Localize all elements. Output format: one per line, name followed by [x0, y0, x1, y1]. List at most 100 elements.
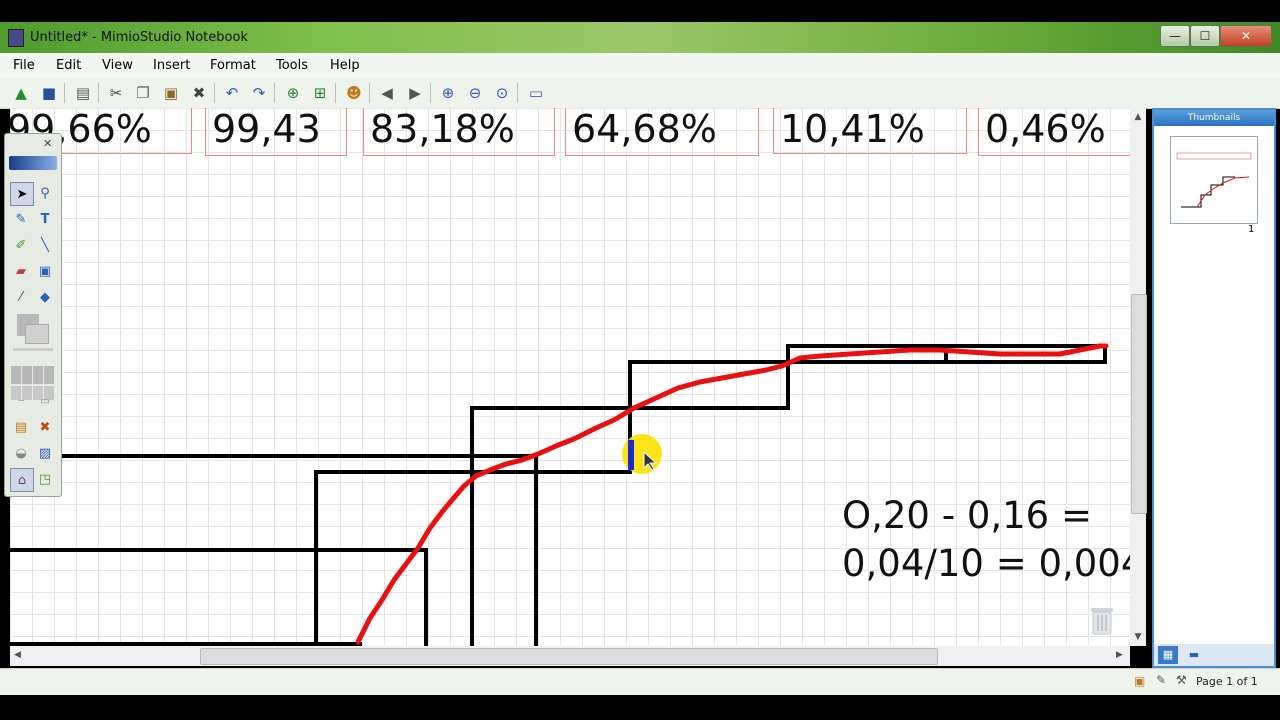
menu-view[interactable]: View — [102, 58, 133, 73]
percentage-cell[interactable]: 10,41% — [773, 108, 967, 154]
close-button[interactable]: ✕ — [1220, 25, 1272, 47]
transparency-slider[interactable] — [13, 348, 53, 351]
thumbnails-grid-icon[interactable]: ▦ — [1158, 646, 1178, 664]
duplicate-page-icon[interactable]: ⊞ — [309, 82, 331, 104]
horizontal-scroll-thumb[interactable] — [200, 648, 938, 665]
text-tool-icon[interactable]: T — [34, 208, 56, 230]
gallery-status-icon[interactable]: ▣ — [1134, 674, 1145, 688]
toolbar-separator — [274, 83, 275, 103]
menu-insert[interactable]: Insert — [153, 58, 190, 73]
toolbar-separator — [335, 83, 336, 103]
shape-recognition-icon[interactable]: ◳ — [34, 468, 56, 490]
gallery-folder-icon[interactable]: ▬ — [1184, 646, 1204, 664]
thumbnail-page-number: 1 — [1248, 224, 1255, 235]
app-icon — [8, 29, 24, 47]
paste-icon[interactable]: ▣ — [160, 82, 182, 104]
print-icon[interactable]: ▤ — [72, 82, 94, 104]
tools-palette: ✕ ➤ ⚲ ✎ T ✐ ╲ ▰ ▣ ⁄ ◆ ┈ ▭ ▤ ✖ ◒ ▨ ⌂ ◳ — [4, 133, 62, 497]
line-color-swatch[interactable] — [25, 324, 49, 344]
page-indicator: Page 1 of 1 — [1196, 675, 1258, 688]
toolbar-separator — [98, 83, 99, 103]
page-thumbnail[interactable] — [1170, 136, 1258, 224]
recognition-tool-icon[interactable]: ⌂ — [10, 468, 34, 492]
equation-line-1[interactable]: O,20 - 0,16 = — [842, 494, 1092, 537]
select-tool-icon[interactable]: ➤ — [10, 182, 34, 206]
toolbar-separator — [430, 83, 431, 103]
trash-icon[interactable] — [1088, 602, 1116, 636]
collaborate-icon[interactable]: ☻ — [343, 82, 365, 104]
display-icon[interactable]: ▭ — [525, 82, 547, 104]
gallery-icon[interactable]: ▤ — [10, 416, 32, 438]
screen-shade-icon[interactable]: ◒ — [10, 442, 32, 464]
vertical-scrollbar[interactable]: ▲ ▼ — [1130, 108, 1147, 646]
redo-icon[interactable]: ↷ — [248, 82, 270, 104]
percentage-text: 83,18% — [370, 108, 515, 151]
percentage-text: 10,41% — [780, 108, 925, 151]
maximize-button[interactable]: ☐ — [1190, 25, 1220, 47]
menu-format[interactable]: Format — [210, 58, 256, 73]
equation-line-2[interactable]: 0,04/10 = 0,004 — [842, 542, 1130, 585]
status-bar: ▣ ✎ ⚒ Page 1 of 1 — [0, 668, 1280, 695]
undo-icon[interactable]: ↶ — [221, 82, 243, 104]
image-tool-icon[interactable]: ▣ — [34, 260, 56, 282]
pen-mark — [628, 440, 634, 470]
percentage-text: 64,68% — [572, 108, 717, 151]
zoom-out-icon[interactable]: ⊖ — [464, 82, 486, 104]
percentage-cell[interactable]: 99,43 — [205, 108, 347, 156]
scroll-up-icon[interactable]: ▲ — [1130, 112, 1146, 122]
percentage-cell[interactable]: 83,18% — [363, 108, 555, 156]
add-page-icon[interactable]: ⊕ — [282, 82, 304, 104]
pen-tool-icon[interactable]: ✎ — [10, 208, 32, 230]
percentage-text: 0,46% — [985, 108, 1106, 151]
text-style-icon[interactable]: ▭ — [34, 390, 56, 412]
scroll-left-icon[interactable]: ◀ — [14, 650, 21, 660]
fill-tool-icon[interactable]: ◆ — [34, 286, 56, 308]
percentage-cell[interactable]: 64,68% — [565, 108, 759, 156]
menu-edit[interactable]: Edit — [56, 58, 81, 73]
save-icon[interactable]: ■ — [38, 82, 60, 104]
line-style-icon[interactable] — [11, 366, 55, 384]
spotlight-icon[interactable]: ▨ — [34, 442, 56, 464]
zoom-tool-icon[interactable]: ⚲ — [34, 182, 56, 204]
vertical-scroll-thumb[interactable] — [1131, 294, 1147, 514]
next-page-icon[interactable]: ▶ — [404, 82, 426, 104]
pen-status-icon[interactable]: ✎ — [1156, 673, 1166, 687]
thumbnail-tabs: ▦ ▬ — [1154, 644, 1274, 666]
line-tool-icon[interactable]: ╲ — [34, 234, 56, 256]
percentage-text: 99,43 — [212, 108, 321, 151]
menu-tools[interactable]: Tools — [276, 58, 308, 73]
tools-icon[interactable]: ✖ — [34, 416, 56, 438]
tools-status-icon[interactable]: ⚒ — [1176, 673, 1187, 687]
arrow-style-icon[interactable]: ┈ — [10, 390, 32, 412]
delete-icon[interactable]: ✖ — [188, 82, 210, 104]
menu-help[interactable]: Help — [330, 58, 360, 73]
minimize-button[interactable]: — — [1160, 25, 1190, 47]
open-icon[interactable]: ▲ — [10, 82, 32, 104]
cut-icon[interactable]: ✂ — [105, 82, 127, 104]
menu-bar: File Edit View Insert Format Tools Help — [0, 53, 1280, 78]
notebook-canvas[interactable]: 99,66% 99,43 83,18% 64,68% 10,41% 0,46% … — [10, 108, 1130, 646]
copy-icon[interactable]: ❐ — [132, 82, 154, 104]
percentage-cell[interactable]: 0,46% — [978, 108, 1130, 156]
pen-preview — [9, 156, 57, 170]
title-bar: Untitled* - MimioStudio Notebook — ☐ ✕ — [0, 22, 1280, 53]
toolbar-separator — [517, 83, 518, 103]
window-title: Untitled* - MimioStudio Notebook — [30, 30, 248, 45]
scroll-right-icon[interactable]: ▶ — [1116, 650, 1123, 660]
scroll-down-icon[interactable]: ▼ — [1130, 632, 1146, 642]
toolbar-separator — [369, 83, 370, 103]
eraser-tool-icon[interactable]: ▰ — [10, 260, 32, 282]
thumbnails-panel: Thumbnails 1 ▦ ▬ — [1152, 108, 1276, 668]
zoom-in-icon[interactable]: ⊕ — [437, 82, 459, 104]
highlighter-tool-icon[interactable]: ✐ — [10, 234, 32, 256]
zoom-fit-icon[interactable]: ⊙ — [491, 82, 513, 104]
toolbar-separator — [214, 83, 215, 103]
menu-file[interactable]: File — [13, 58, 35, 73]
toolbar: ▲ ■ ▤ ✂ ❐ ▣ ✖ ↶ ↷ ⊕ ⊞ ☻ ◀ ▶ ⊕ ⊖ ⊙ ▭ — [0, 78, 1280, 109]
eyedropper-tool-icon[interactable]: ⁄ — [10, 286, 32, 308]
horizontal-scrollbar[interactable]: ◀ ▶ — [10, 646, 1130, 666]
toolbar-separator — [64, 83, 65, 103]
previous-page-icon[interactable]: ◀ — [376, 82, 398, 104]
thumbnails-header: Thumbnails — [1154, 110, 1274, 126]
palette-close-icon[interactable]: ✕ — [43, 137, 52, 150]
